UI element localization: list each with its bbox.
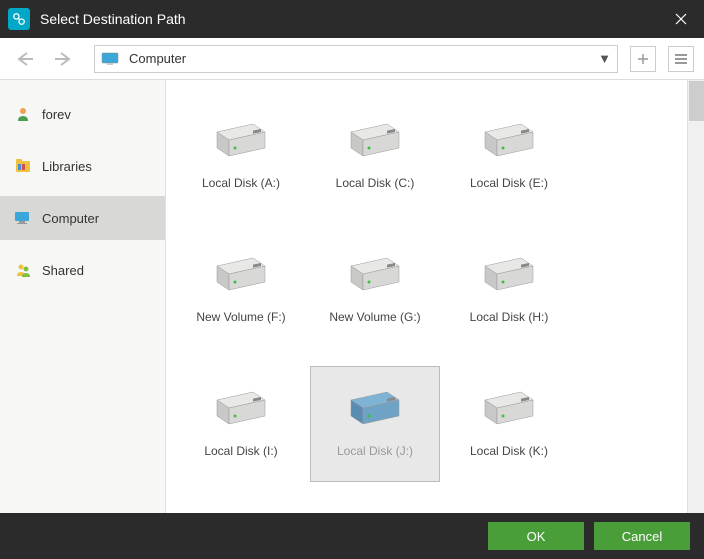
disk-label: Local Disk (E:) bbox=[470, 176, 548, 190]
back-button[interactable] bbox=[10, 44, 40, 74]
disk-icon bbox=[343, 390, 407, 430]
new-folder-button[interactable] bbox=[630, 46, 656, 72]
disk-label: Local Disk (I:) bbox=[204, 444, 277, 458]
computer-icon bbox=[14, 209, 32, 227]
chevron-down-icon[interactable]: ▼ bbox=[598, 51, 611, 66]
list-icon bbox=[674, 52, 688, 66]
disk-grid: Local Disk (A:) Local Disk (C:) Local Di… bbox=[166, 80, 704, 513]
dialog-window: Select Destination Path Computer ▼ bbox=[0, 0, 704, 559]
monitor-icon bbox=[101, 52, 121, 66]
disk-item[interactable]: Local Disk (K:) bbox=[444, 366, 574, 482]
shared-icon bbox=[14, 261, 32, 279]
disk-icon bbox=[209, 256, 273, 296]
disk-label: Local Disk (A:) bbox=[202, 176, 280, 190]
sidebar-item-label: Computer bbox=[42, 211, 99, 226]
disk-icon bbox=[343, 256, 407, 296]
dialog-body: forev Libraries Computer Shared bbox=[0, 80, 704, 513]
footer: OK Cancel bbox=[0, 513, 704, 559]
disk-icon bbox=[477, 256, 541, 296]
cancel-button[interactable]: Cancel bbox=[594, 522, 690, 550]
disk-label: New Volume (F:) bbox=[196, 310, 285, 324]
main-panel: Local Disk (A:) Local Disk (C:) Local Di… bbox=[166, 80, 704, 513]
arrow-left-icon bbox=[15, 51, 35, 67]
disk-item[interactable]: Local Disk (E:) bbox=[444, 98, 574, 214]
disk-icon bbox=[477, 390, 541, 430]
disk-label: Local Disk (H:) bbox=[470, 310, 549, 324]
path-bar[interactable]: Computer ▼ bbox=[94, 45, 618, 73]
sidebar-item-label: Libraries bbox=[42, 159, 92, 174]
close-icon bbox=[675, 13, 687, 25]
scrollbar[interactable] bbox=[687, 80, 704, 513]
disk-item[interactable]: Local Disk (A:) bbox=[176, 98, 306, 214]
disk-icon bbox=[209, 122, 273, 162]
disk-label: Local Disk (C:) bbox=[336, 176, 415, 190]
sidebar-item-computer[interactable]: Computer bbox=[0, 196, 165, 240]
forward-button[interactable] bbox=[48, 44, 78, 74]
toolbar: Computer ▼ bbox=[0, 38, 704, 80]
disk-item[interactable]: Local Disk (H:) bbox=[444, 232, 574, 348]
titlebar: Select Destination Path bbox=[0, 0, 704, 38]
app-icon bbox=[8, 8, 30, 30]
close-button[interactable] bbox=[658, 0, 704, 38]
disk-item[interactable]: Local Disk (J:) bbox=[310, 366, 440, 482]
disk-item[interactable]: New Volume (F:) bbox=[176, 232, 306, 348]
disk-icon bbox=[477, 122, 541, 162]
path-bar-label: Computer bbox=[129, 51, 590, 66]
plus-icon bbox=[636, 52, 650, 66]
arrow-right-icon bbox=[53, 51, 73, 67]
libraries-icon bbox=[14, 157, 32, 175]
disk-item[interactable]: Local Disk (C:) bbox=[310, 98, 440, 214]
user-icon bbox=[14, 105, 32, 123]
sidebar-item-libraries[interactable]: Libraries bbox=[0, 144, 165, 188]
sidebar-item-shared[interactable]: Shared bbox=[0, 248, 165, 292]
sidebar-item-label: forev bbox=[42, 107, 71, 122]
disk-icon bbox=[343, 122, 407, 162]
disk-item[interactable]: New Volume (G:) bbox=[310, 232, 440, 348]
view-options-button[interactable] bbox=[668, 46, 694, 72]
disk-label: New Volume (G:) bbox=[329, 310, 420, 324]
disk-label: Local Disk (K:) bbox=[470, 444, 548, 458]
dialog-title: Select Destination Path bbox=[40, 11, 658, 27]
sidebar-item-user[interactable]: forev bbox=[0, 92, 165, 136]
disk-label: Local Disk (J:) bbox=[337, 444, 413, 458]
disk-item[interactable] bbox=[310, 500, 440, 513]
disk-item[interactable]: Local Disk (I:) bbox=[176, 366, 306, 482]
sidebar-item-label: Shared bbox=[42, 263, 84, 278]
ok-button[interactable]: OK bbox=[488, 522, 584, 550]
disk-icon bbox=[209, 390, 273, 430]
sidebar: forev Libraries Computer Shared bbox=[0, 80, 166, 513]
scroll-thumb[interactable] bbox=[689, 81, 704, 121]
disk-item[interactable] bbox=[176, 500, 306, 513]
